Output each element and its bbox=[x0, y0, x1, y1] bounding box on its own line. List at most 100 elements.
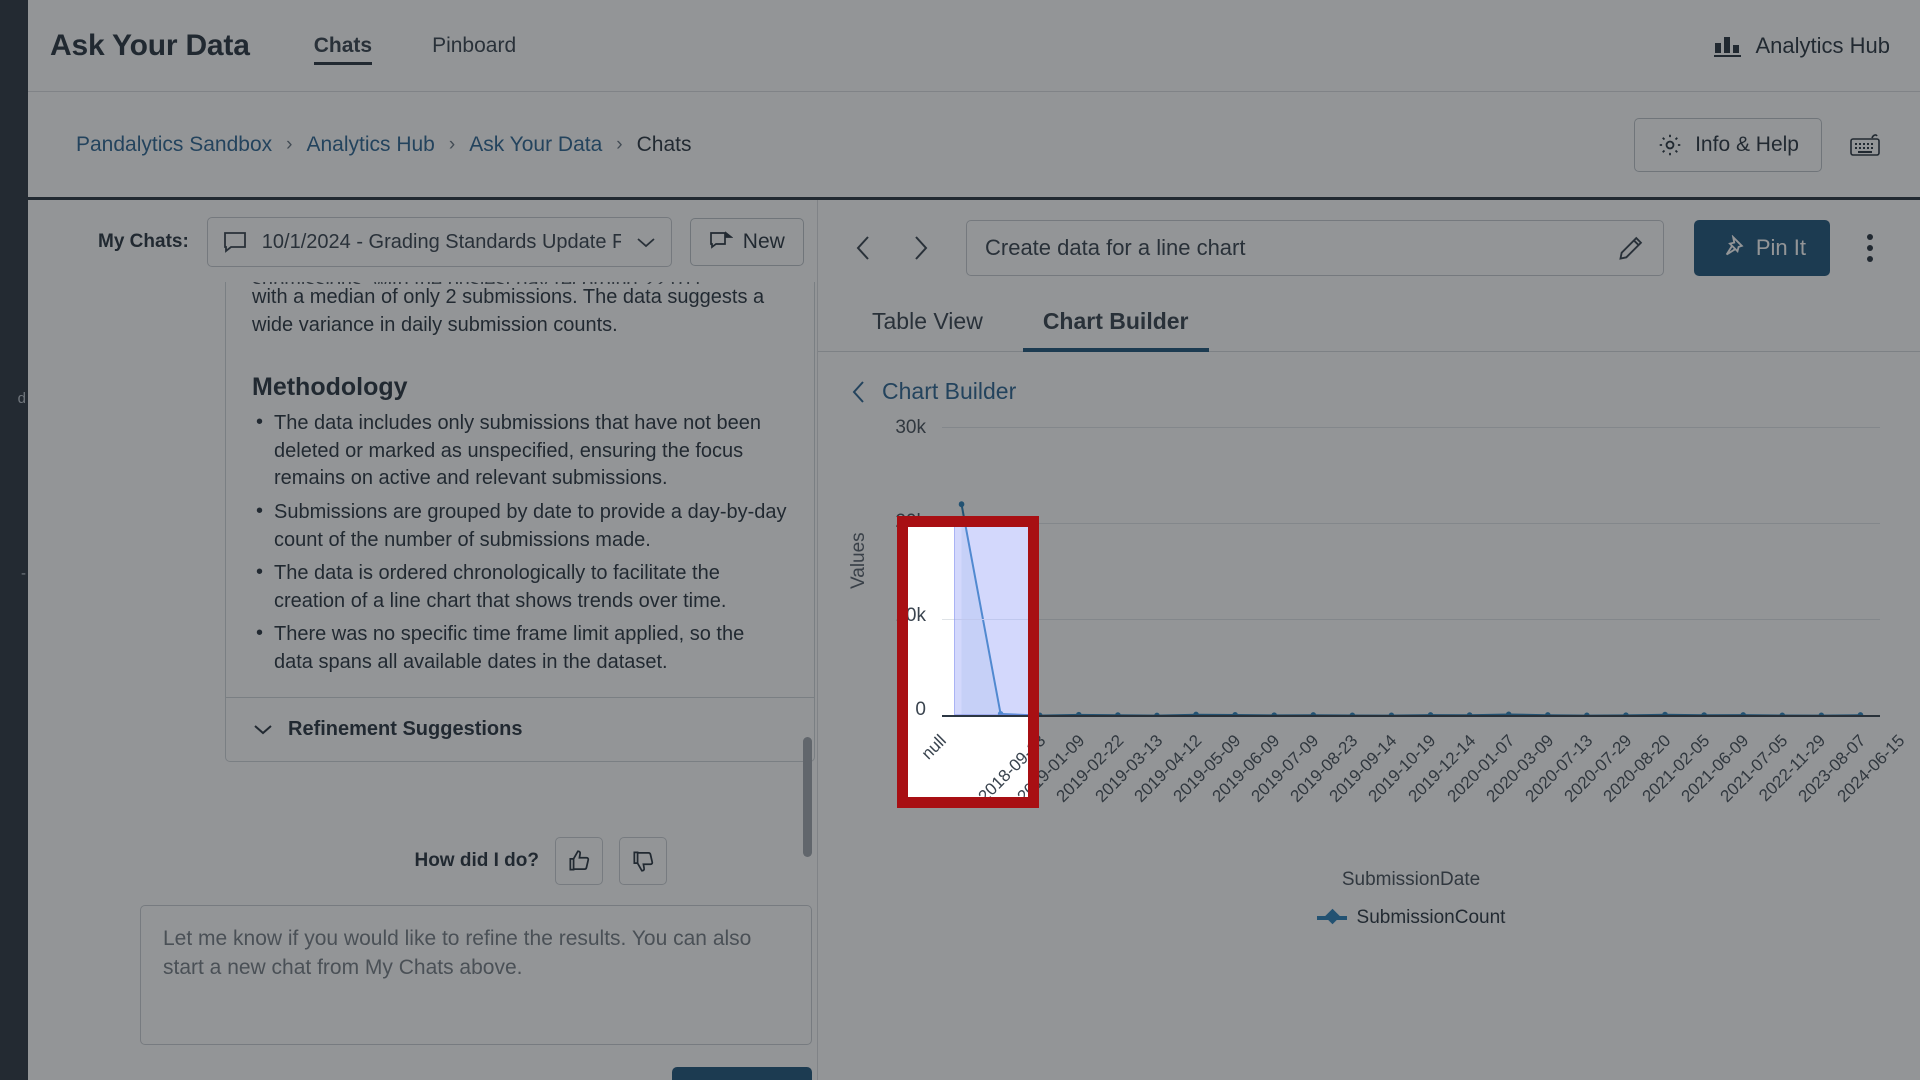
keyboard-icon bbox=[1848, 131, 1882, 159]
keyboard-shortcuts-button[interactable] bbox=[1840, 123, 1890, 167]
chevron-left-icon bbox=[851, 233, 877, 263]
prompt-input[interactable]: Let me know if you would like to refine … bbox=[140, 905, 812, 1045]
breadcrumb-separator: › bbox=[448, 133, 456, 155]
chart-x-axis-label: SubmissionDate bbox=[1341, 869, 1481, 890]
tab-table-view-label: Table View bbox=[872, 308, 983, 334]
tab-pinboard-label: Pinboard bbox=[432, 33, 517, 57]
y-tick-label: 30k bbox=[895, 417, 926, 438]
chart-plot-area[interactable] bbox=[942, 427, 1880, 717]
list-item: There was no specific time frame limit a… bbox=[252, 620, 788, 676]
refinement-suggestions-toggle[interactable]: Refinement Suggestions bbox=[226, 696, 814, 761]
conversation-scrollbar[interactable] bbox=[803, 737, 812, 857]
edit-pencil-icon[interactable] bbox=[1617, 234, 1645, 262]
breadcrumb-item-2[interactable]: Analytics Hub bbox=[306, 133, 434, 157]
chart-series-line bbox=[958, 501, 1864, 717]
query-toolbar: Create data for a line chart Pin It bbox=[818, 200, 1920, 276]
chat-panel: My Chats: 10/1/2024 - Grading Standards … bbox=[28, 200, 818, 1080]
tab-table-view[interactable]: Table View bbox=[842, 298, 1013, 351]
conversation-scroll[interactable]: submissions, with the busiest day record… bbox=[28, 282, 817, 1080]
chevron-down-icon bbox=[252, 722, 274, 736]
chevron-right-icon bbox=[907, 233, 933, 263]
y-tick-label: 10k bbox=[908, 605, 926, 626]
chart-drag-selection bbox=[953, 527, 1028, 715]
analytics-hub-icon bbox=[1713, 33, 1743, 59]
my-chats-bar: My Chats: 10/1/2024 - Grading Standards … bbox=[28, 200, 817, 282]
query-input-value: Create data for a line chart bbox=[985, 235, 1246, 260]
rail-fragment-bottom: - bbox=[21, 565, 26, 582]
info-help-button[interactable]: Info & Help bbox=[1634, 117, 1822, 172]
previous-result-button[interactable] bbox=[842, 226, 886, 270]
gridline bbox=[942, 523, 1880, 524]
list-item: The data is ordered chronologically to f… bbox=[252, 559, 788, 615]
gear-icon bbox=[1657, 132, 1683, 158]
submit-button[interactable]: Submit bbox=[672, 1067, 812, 1080]
thumbs-up-button[interactable] bbox=[555, 837, 603, 885]
chevron-down-icon bbox=[635, 235, 657, 249]
prompt-footer: Tips on effective prompt composition Sub… bbox=[140, 1067, 812, 1080]
pin-icon bbox=[1718, 235, 1744, 261]
feedback-label: How did I do? bbox=[414, 850, 539, 871]
thumbs-up-icon bbox=[566, 848, 592, 874]
x-tick-label: 2019-01-09 bbox=[1013, 731, 1028, 797]
top-nav: Chats Pinboard bbox=[313, 0, 516, 91]
new-chat-button[interactable]: New bbox=[689, 218, 804, 266]
kebab-dot bbox=[1867, 234, 1873, 240]
legend-swatch bbox=[1316, 916, 1347, 920]
list-item: Submissions are grouped by date to provi… bbox=[252, 498, 788, 554]
breadcrumb-separator: › bbox=[616, 133, 623, 155]
pin-it-button[interactable]: Pin It bbox=[1693, 220, 1830, 276]
highlight-spotlight: Values 30k 20k 10k 0 null2018-09-132019-… bbox=[908, 527, 1028, 797]
breadcrumb-actions: Info & Help bbox=[1634, 117, 1890, 172]
y-tick-label: 0 bbox=[915, 699, 926, 720]
left-rail: d - bbox=[0, 0, 28, 1080]
analytics-hub-label: Analytics Hub bbox=[1755, 32, 1890, 58]
rail-fragment-top: d bbox=[17, 390, 26, 407]
chevron-left-icon bbox=[848, 379, 870, 405]
new-chat-icon bbox=[709, 231, 733, 253]
breadcrumb-row: Pandalytics Sandbox › Analytics Hub › As… bbox=[28, 92, 1920, 197]
x-tick-label: 2018-09-13 bbox=[974, 731, 1028, 797]
chart-y-axis-label: Values bbox=[848, 532, 869, 589]
chart-x-tick-labels: null2018-09-132019-01-092019-02-222019-0… bbox=[917, 731, 1909, 861]
header-right: Analytics Hub bbox=[1713, 33, 1890, 59]
assistant-message: submissions, with the busiest day record… bbox=[225, 282, 815, 762]
tab-chats[interactable]: Chats bbox=[313, 0, 373, 91]
kebab-dot bbox=[1867, 256, 1873, 262]
chat-bubble-icon bbox=[222, 230, 248, 254]
chart-legend: SubmissionCount bbox=[942, 907, 1880, 929]
x-axis-line bbox=[942, 715, 1028, 717]
methodology-heading: Methodology bbox=[252, 373, 408, 402]
chat-select-value: 10/1/2024 - Grading Standards Update F bbox=[261, 230, 621, 253]
thumbs-down-button[interactable] bbox=[619, 837, 667, 885]
breadcrumb-item-1[interactable]: Pandalytics Sandbox bbox=[76, 133, 272, 157]
chat-select[interactable]: 10/1/2024 - Grading Standards Update F bbox=[206, 217, 672, 267]
breadcrumb-separator: › bbox=[286, 133, 293, 155]
screen-root: d - Ask Your Data Chats Pinboard Analyti… bbox=[0, 0, 1920, 1080]
message-clipped-line: submissions, with the busiest day record… bbox=[252, 282, 788, 284]
gridline bbox=[942, 427, 1880, 428]
y-tick-label: 20k bbox=[908, 527, 926, 533]
chart-builder-back-label: Chart Builder bbox=[882, 378, 1017, 404]
breadcrumb: Pandalytics Sandbox › Analytics Hub › As… bbox=[76, 133, 691, 157]
x-tick-label: null bbox=[917, 731, 950, 764]
kebab-dot bbox=[1867, 245, 1873, 251]
x-axis-line bbox=[942, 715, 1880, 717]
tab-chats-label: Chats bbox=[313, 33, 373, 57]
next-result-button[interactable] bbox=[898, 226, 942, 270]
thumbs-down-icon bbox=[630, 848, 656, 874]
breadcrumb-item-3[interactable]: Ask Your Data bbox=[469, 133, 602, 157]
tab-pinboard[interactable]: Pinboard bbox=[432, 0, 516, 91]
app-title: Ask Your Data bbox=[50, 28, 250, 62]
gridline bbox=[942, 619, 1880, 620]
refinement-suggestions-label: Refinement Suggestions bbox=[288, 717, 523, 740]
chart-builder-back-link[interactable]: Chart Builder bbox=[818, 352, 1016, 405]
feedback-row: How did I do? bbox=[414, 837, 667, 885]
result-tabs: Table View Chart Builder bbox=[818, 276, 1920, 352]
message-paragraph: with a median of only 2 submissions. The… bbox=[252, 286, 765, 336]
query-input[interactable]: Create data for a line chart bbox=[966, 220, 1664, 276]
info-help-label: Info & Help bbox=[1695, 132, 1799, 156]
tab-chart-builder-label: Chart Builder bbox=[1042, 308, 1189, 334]
more-options-button[interactable] bbox=[1850, 234, 1890, 262]
methodology-list: The data includes only submissions that … bbox=[252, 409, 788, 676]
tab-chart-builder[interactable]: Chart Builder bbox=[1013, 298, 1219, 352]
